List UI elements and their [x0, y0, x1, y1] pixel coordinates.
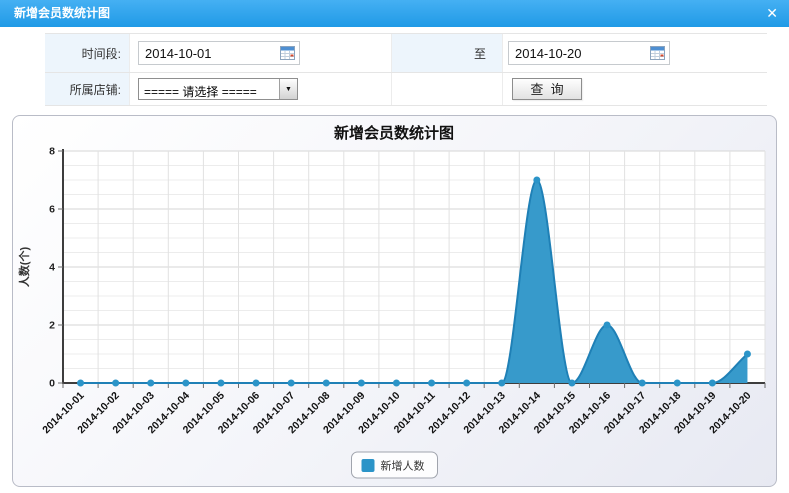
- shop-select[interactable]: ===== 请选择 ===== ▼: [138, 78, 298, 100]
- close-icon[interactable]: ✕: [766, 0, 778, 27]
- data-point[interactable]: [639, 380, 646, 387]
- data-point[interactable]: [533, 177, 540, 184]
- data-point[interactable]: [182, 380, 189, 387]
- date-from-wrap: [138, 41, 300, 65]
- svg-text:6: 6: [49, 204, 55, 216]
- svg-text:8: 8: [49, 146, 55, 158]
- data-point[interactable]: [323, 380, 330, 387]
- data-point[interactable]: [112, 380, 119, 387]
- data-point[interactable]: [358, 380, 365, 387]
- date-range-label: 时间段:: [45, 34, 130, 72]
- svg-text:0: 0: [49, 378, 55, 390]
- query-button[interactable]: 查 询: [512, 78, 582, 100]
- data-point[interactable]: [253, 380, 260, 387]
- date-to-wrap: [508, 41, 670, 65]
- data-point[interactable]: [217, 380, 224, 387]
- data-point[interactable]: [288, 380, 295, 387]
- date-from-input[interactable]: [138, 41, 300, 65]
- chevron-down-icon: ▼: [279, 79, 297, 99]
- grid: [63, 151, 765, 383]
- data-point[interactable]: [147, 380, 154, 387]
- date-to-cell: [503, 34, 767, 72]
- legend-label: 新增人数: [381, 459, 425, 473]
- data-point[interactable]: [393, 380, 400, 387]
- data-point[interactable]: [428, 380, 435, 387]
- dialog-title-bar: 新增会员数统计图 ✕: [0, 0, 789, 27]
- to-label: 至: [392, 34, 503, 72]
- data-point[interactable]: [463, 380, 470, 387]
- date-from-cell: [130, 34, 392, 72]
- date-to-input[interactable]: [508, 41, 670, 65]
- legend-swatch: [362, 459, 375, 472]
- shop-select-value: ===== 请选择 =====: [139, 79, 279, 99]
- empty-cell: [392, 73, 503, 105]
- query-cell: 查 询: [503, 73, 767, 105]
- shop-label: 所属店铺:: [45, 73, 130, 105]
- shop-select-cell: ===== 请选择 ===== ▼: [130, 73, 392, 105]
- y-axis-labels: 0 2 4 6 8: [49, 146, 55, 390]
- y-axis-title: 人数(个): [17, 247, 31, 288]
- form-row-dates: 时间段: 至: [45, 34, 767, 73]
- data-point[interactable]: [744, 351, 751, 358]
- data-point[interactable]: [568, 380, 575, 387]
- data-point[interactable]: [77, 380, 84, 387]
- svg-text:4: 4: [49, 262, 55, 274]
- member-stats-chart: 0 2 4 6 8 人数(个) 新增会员数统计图 2014-10-012014-10-0220…: [13, 116, 776, 486]
- chart-title: 新增会员数统计图: [334, 124, 454, 142]
- form-row-shop: 所属店铺: ===== 请选择 ===== ▼ 查 询: [45, 73, 767, 106]
- data-point[interactable]: [604, 322, 611, 329]
- dialog-title: 新增会员数统计图: [14, 6, 110, 20]
- x-axis-labels: 2014-10-012014-10-022014-10-032014-10-04…: [40, 390, 753, 437]
- data-point[interactable]: [498, 380, 505, 387]
- svg-text:2: 2: [49, 320, 55, 332]
- chart-panel: 0 2 4 6 8 人数(个) 新增会员数统计图 2014-10-012014-10-0220…: [12, 115, 777, 487]
- filter-form: 时间段: 至: [45, 33, 767, 106]
- data-point[interactable]: [674, 380, 681, 387]
- data-point[interactable]: [709, 380, 716, 387]
- calendar-icon[interactable]: [280, 46, 295, 60]
- legend[interactable]: 新增人数: [352, 452, 438, 478]
- calendar-icon[interactable]: [650, 46, 665, 60]
